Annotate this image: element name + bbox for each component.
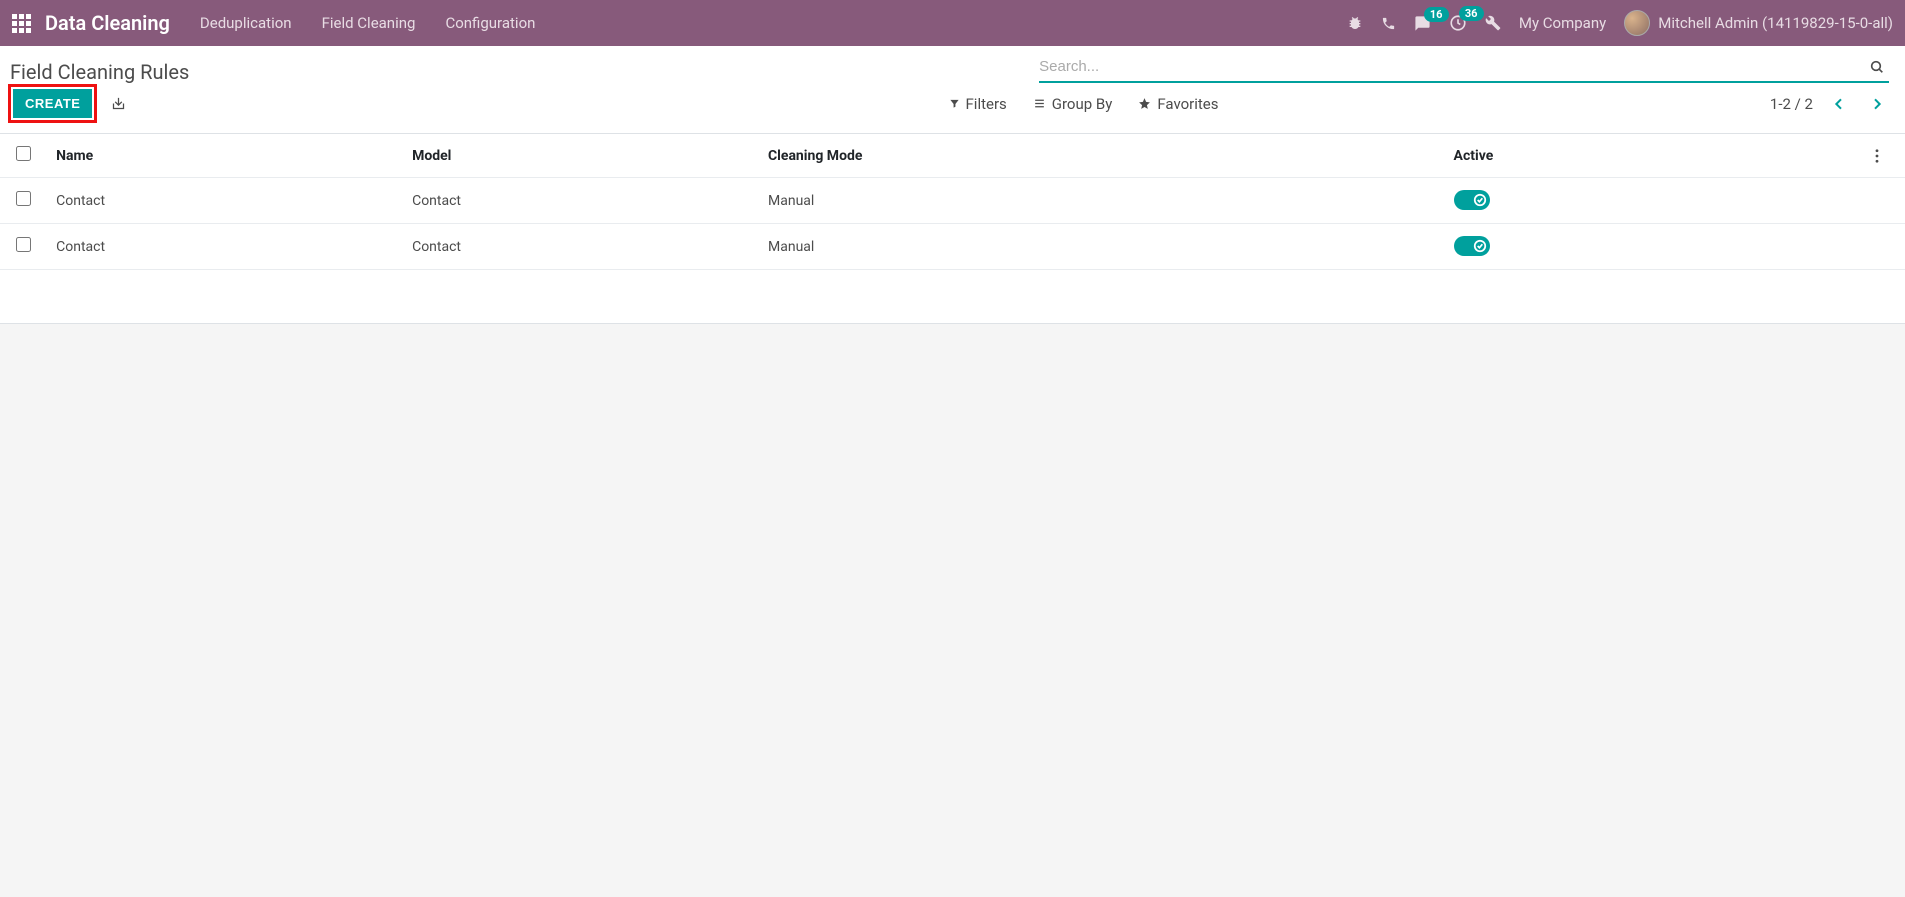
apps-icon[interactable] <box>12 14 31 33</box>
filters-button[interactable]: Filters <box>949 95 1007 113</box>
control-panel: Field Cleaning Rules CREATE Filter <box>0 46 1905 134</box>
pager-prev[interactable] <box>1827 92 1851 116</box>
pager-next[interactable] <box>1865 92 1889 116</box>
col-model[interactable]: Model <box>402 134 758 178</box>
messages-icon[interactable]: 16 <box>1414 15 1431 32</box>
table-row[interactable]: Contact Contact Manual <box>0 224 1905 270</box>
cell-name: Contact <box>46 178 402 224</box>
search-box <box>1039 54 1889 83</box>
nav-deduplication[interactable]: Deduplication <box>200 14 292 32</box>
list-icon <box>1033 97 1046 110</box>
cell-mode: Manual <box>758 178 1444 224</box>
check-icon <box>1473 193 1487 207</box>
table-row[interactable]: Contact Contact Manual <box>0 178 1905 224</box>
star-icon <box>1138 97 1151 110</box>
app-brand[interactable]: Data Cleaning <box>45 11 170 35</box>
rules-table: Name Model Cleaning Mode Active Contact … <box>0 134 1905 320</box>
row-checkbox[interactable] <box>16 237 31 252</box>
select-all-checkbox[interactable] <box>16 146 31 161</box>
company-name[interactable]: My Company <box>1519 14 1606 32</box>
col-mode[interactable]: Cleaning Mode <box>758 134 1444 178</box>
phone-icon[interactable] <box>1381 16 1396 31</box>
filters-label: Filters <box>966 95 1007 113</box>
tools-icon[interactable] <box>1485 15 1501 31</box>
list-view: Name Model Cleaning Mode Active Contact … <box>0 134 1905 320</box>
cell-model: Contact <box>402 178 758 224</box>
nav-menu: Deduplication Field Cleaning Configurati… <box>200 14 536 32</box>
row-checkbox[interactable] <box>16 191 31 206</box>
active-toggle[interactable] <box>1454 190 1490 210</box>
pager-text[interactable]: 1-2 / 2 <box>1770 95 1813 113</box>
create-highlight: CREATE <box>8 84 97 123</box>
nav-field-cleaning[interactable]: Field Cleaning <box>322 14 416 32</box>
cell-name: Contact <box>46 224 402 270</box>
create-button[interactable]: CREATE <box>13 89 92 118</box>
chevron-left-icon <box>1831 96 1847 112</box>
col-name[interactable]: Name <box>46 134 402 178</box>
favorites-label: Favorites <box>1157 95 1218 113</box>
activities-badge: 36 <box>1459 6 1484 21</box>
user-name: Mitchell Admin (14119829-15-0-all) <box>1658 14 1893 32</box>
bug-icon[interactable] <box>1347 15 1363 31</box>
groupby-label: Group By <box>1052 95 1113 113</box>
page-title: Field Cleaning Rules <box>8 54 189 84</box>
check-icon <box>1473 239 1487 253</box>
messages-badge: 16 <box>1424 7 1449 22</box>
active-toggle[interactable] <box>1454 236 1490 256</box>
nav-right: 16 36 My Company Mitchell Admin (1411982… <box>1347 10 1893 36</box>
search-icon[interactable] <box>1865 59 1889 75</box>
nav-configuration[interactable]: Configuration <box>445 14 535 32</box>
cell-mode: Manual <box>758 224 1444 270</box>
activities-icon[interactable]: 36 <box>1449 14 1467 32</box>
cell-model: Contact <box>402 224 758 270</box>
navbar: Data Cleaning Deduplication Field Cleani… <box>0 0 1905 46</box>
export-icon[interactable] <box>111 96 126 111</box>
user-menu[interactable]: Mitchell Admin (14119829-15-0-all) <box>1624 10 1893 36</box>
columns-menu-icon[interactable] <box>1875 149 1895 163</box>
chevron-right-icon <box>1869 96 1885 112</box>
search-input[interactable] <box>1039 58 1865 75</box>
favorites-button[interactable]: Favorites <box>1138 95 1218 113</box>
groupby-button[interactable]: Group By <box>1033 95 1113 113</box>
table-footer <box>0 270 1905 320</box>
filter-icon <box>949 98 960 109</box>
col-active[interactable]: Active <box>1444 134 1866 178</box>
avatar <box>1624 10 1650 36</box>
